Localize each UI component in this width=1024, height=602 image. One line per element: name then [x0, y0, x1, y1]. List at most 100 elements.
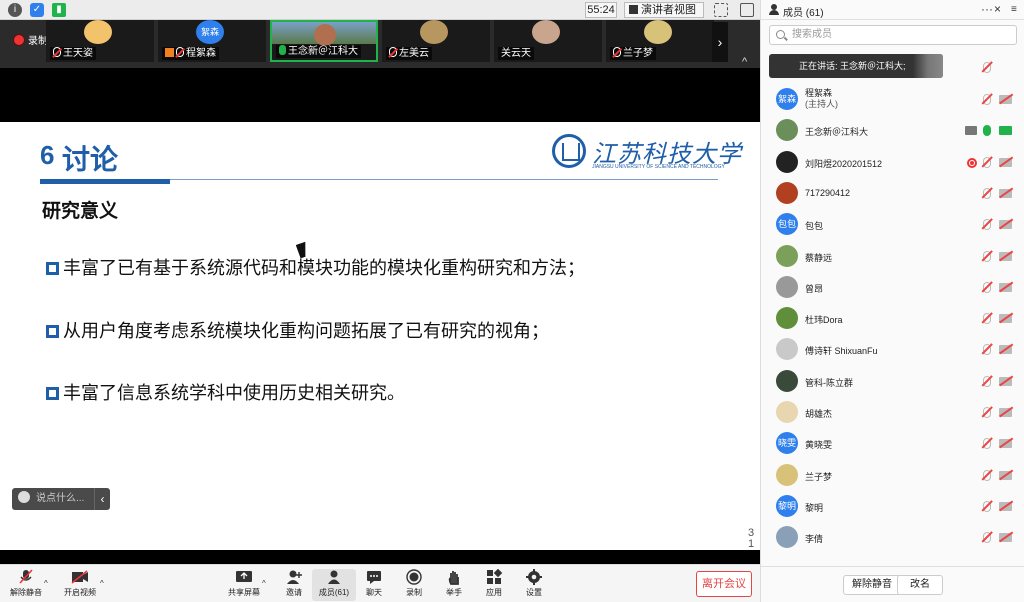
- member-row[interactable]: 曾昂: [761, 272, 1024, 303]
- chat-button[interactable]: 聊天: [352, 569, 396, 601]
- member-role: (主持人): [805, 99, 838, 109]
- apps-label: 应用: [486, 588, 502, 597]
- member-name-text: 程絮森: [805, 88, 833, 98]
- settings-button[interactable]: 设置: [512, 569, 556, 601]
- avatar: [84, 20, 112, 44]
- video-tile[interactable]: 关云天: [494, 20, 602, 62]
- member-row[interactable]: 傅诗轩 ShixuanFu: [761, 334, 1024, 365]
- avatar: [776, 401, 798, 423]
- member-row[interactable]: 包包 包包: [761, 209, 1024, 240]
- video-off-icon[interactable]: [999, 189, 1012, 198]
- close-icon[interactable]: ×: [994, 2, 1001, 16]
- collapse-strip-button[interactable]: ^: [742, 56, 747, 68]
- member-row[interactable]: 717290412: [761, 178, 1024, 209]
- member-row[interactable]: 蔡静远: [761, 241, 1024, 272]
- apps-button[interactable]: 应用: [472, 569, 516, 601]
- member-row[interactable]: 管科-陈立群: [761, 366, 1024, 397]
- emoji-icon[interactable]: [18, 491, 30, 503]
- muted-mic-icon[interactable]: [983, 407, 991, 418]
- video-tile[interactable]: 王天姿: [46, 20, 154, 62]
- avatar: [776, 182, 798, 204]
- chat-input-placeholder: 说点什么...: [36, 493, 85, 504]
- member-row[interactable]: 絮森 程絮森 (主持人): [761, 84, 1024, 115]
- video-off-icon[interactable]: [999, 533, 1012, 542]
- chevron-up-icon[interactable]: ^: [44, 579, 48, 588]
- fullscreen-icon[interactable]: [714, 3, 728, 17]
- video-tile[interactable]: 兰子梦: [606, 20, 714, 62]
- shield-icon[interactable]: ✓: [30, 3, 44, 17]
- member-row[interactable]: 胡雄杰: [761, 397, 1024, 428]
- avatar: 絮森: [776, 88, 798, 110]
- chevron-up-icon[interactable]: ^: [262, 579, 266, 588]
- muted-mic-icon[interactable]: [983, 532, 991, 543]
- video-tile[interactable]: 左美云: [382, 20, 490, 62]
- video-on-icon[interactable]: [999, 126, 1012, 135]
- video-off-icon[interactable]: [999, 283, 1012, 292]
- mic-on-icon[interactable]: [983, 125, 991, 136]
- rename-button[interactable]: 改名: [897, 575, 943, 595]
- member-row[interactable]: 刘阳煜2020201512: [761, 147, 1024, 178]
- muted-mic-icon[interactable]: [983, 157, 991, 168]
- layout-icon[interactable]: [740, 3, 754, 17]
- signal-icon[interactable]: ▮: [52, 3, 66, 17]
- video-off-icon[interactable]: [999, 158, 1012, 167]
- member-row[interactable]: 晓雯 黄晓雯: [761, 428, 1024, 459]
- muted-mic-icon[interactable]: [983, 251, 991, 262]
- video-off-icon[interactable]: [999, 220, 1012, 229]
- leave-meeting-button[interactable]: 离开会议: [696, 571, 752, 597]
- unmute-all-button[interactable]: 解除静音: [843, 575, 901, 595]
- collapse-chat-button[interactable]: ‹: [94, 488, 110, 510]
- video-off-icon[interactable]: [999, 439, 1012, 448]
- menu-icon[interactable]: ≡: [1011, 4, 1017, 15]
- video-off-icon[interactable]: [999, 314, 1012, 323]
- video-tile[interactable]: 絮森 程絮森: [158, 20, 266, 62]
- avatar: [776, 464, 798, 486]
- video-off-icon[interactable]: [999, 502, 1012, 511]
- muted-mic-icon[interactable]: [983, 188, 991, 199]
- chat-quick-input[interactable]: 说点什么... ‹: [12, 488, 110, 510]
- tile-name: 左美云: [386, 47, 432, 60]
- settings-label: 设置: [526, 588, 542, 597]
- member-name: 黄晓雯: [805, 438, 832, 451]
- record-button[interactable]: 录制: [392, 569, 436, 601]
- muted-mic-icon[interactable]: [983, 438, 991, 449]
- video-off-icon[interactable]: [999, 345, 1012, 354]
- member-row[interactable]: 杜玮Dora: [761, 303, 1024, 334]
- speaking-fade: [913, 54, 943, 78]
- video-tile-active-speaker[interactable]: 王念新＠江科大: [270, 20, 378, 62]
- video-off-icon[interactable]: [999, 377, 1012, 386]
- more-options-icon[interactable]: ···: [981, 2, 993, 16]
- start-video-button[interactable]: 开启视频: [58, 569, 102, 601]
- muted-mic-icon[interactable]: [983, 94, 991, 105]
- muted-mic-icon[interactable]: [983, 344, 991, 355]
- member-name-text: 包包: [805, 221, 824, 231]
- member-row[interactable]: 兰子梦: [761, 460, 1024, 491]
- video-off-icon[interactable]: [999, 408, 1012, 417]
- invite-button[interactable]: 邀请: [272, 569, 316, 601]
- info-icon[interactable]: i: [8, 3, 22, 17]
- video-off-icon[interactable]: [999, 95, 1012, 104]
- logo-english-name: JIANGSU UNIVERSITY OF SCIENCE AND TECHNO…: [592, 164, 725, 170]
- muted-mic-icon[interactable]: [983, 62, 991, 73]
- view-mode-button[interactable]: 演讲者视图 ▾: [624, 2, 704, 29]
- muted-mic-icon[interactable]: [983, 219, 991, 230]
- share-screen-button[interactable]: 共享屏幕: [222, 569, 266, 601]
- unmute-button[interactable]: 解除静音: [4, 569, 48, 601]
- muted-mic-icon[interactable]: [983, 376, 991, 387]
- member-row[interactable]: 李倩: [761, 522, 1024, 553]
- member-name-text: 傅诗轩 ShixuanFu: [805, 346, 878, 356]
- next-page-button[interactable]: ›: [712, 22, 728, 62]
- member-row[interactable]: 黎明 黎明: [761, 491, 1024, 522]
- muted-mic-icon[interactable]: [983, 470, 991, 481]
- members-button[interactable]: 成员(61): [312, 569, 356, 601]
- muted-mic-icon[interactable]: [983, 313, 991, 324]
- video-off-icon[interactable]: [999, 471, 1012, 480]
- raise-hand-button[interactable]: 举手: [432, 569, 476, 601]
- start-video-label: 开启视频: [64, 588, 96, 597]
- muted-mic-icon[interactable]: [983, 501, 991, 512]
- muted-mic-icon[interactable]: [983, 282, 991, 293]
- member-search-input[interactable]: 搜索成员: [769, 25, 1017, 45]
- member-row[interactable]: 王念新＠江科大: [761, 115, 1024, 146]
- video-off-icon[interactable]: [999, 252, 1012, 261]
- chevron-up-icon[interactable]: ^: [100, 579, 104, 588]
